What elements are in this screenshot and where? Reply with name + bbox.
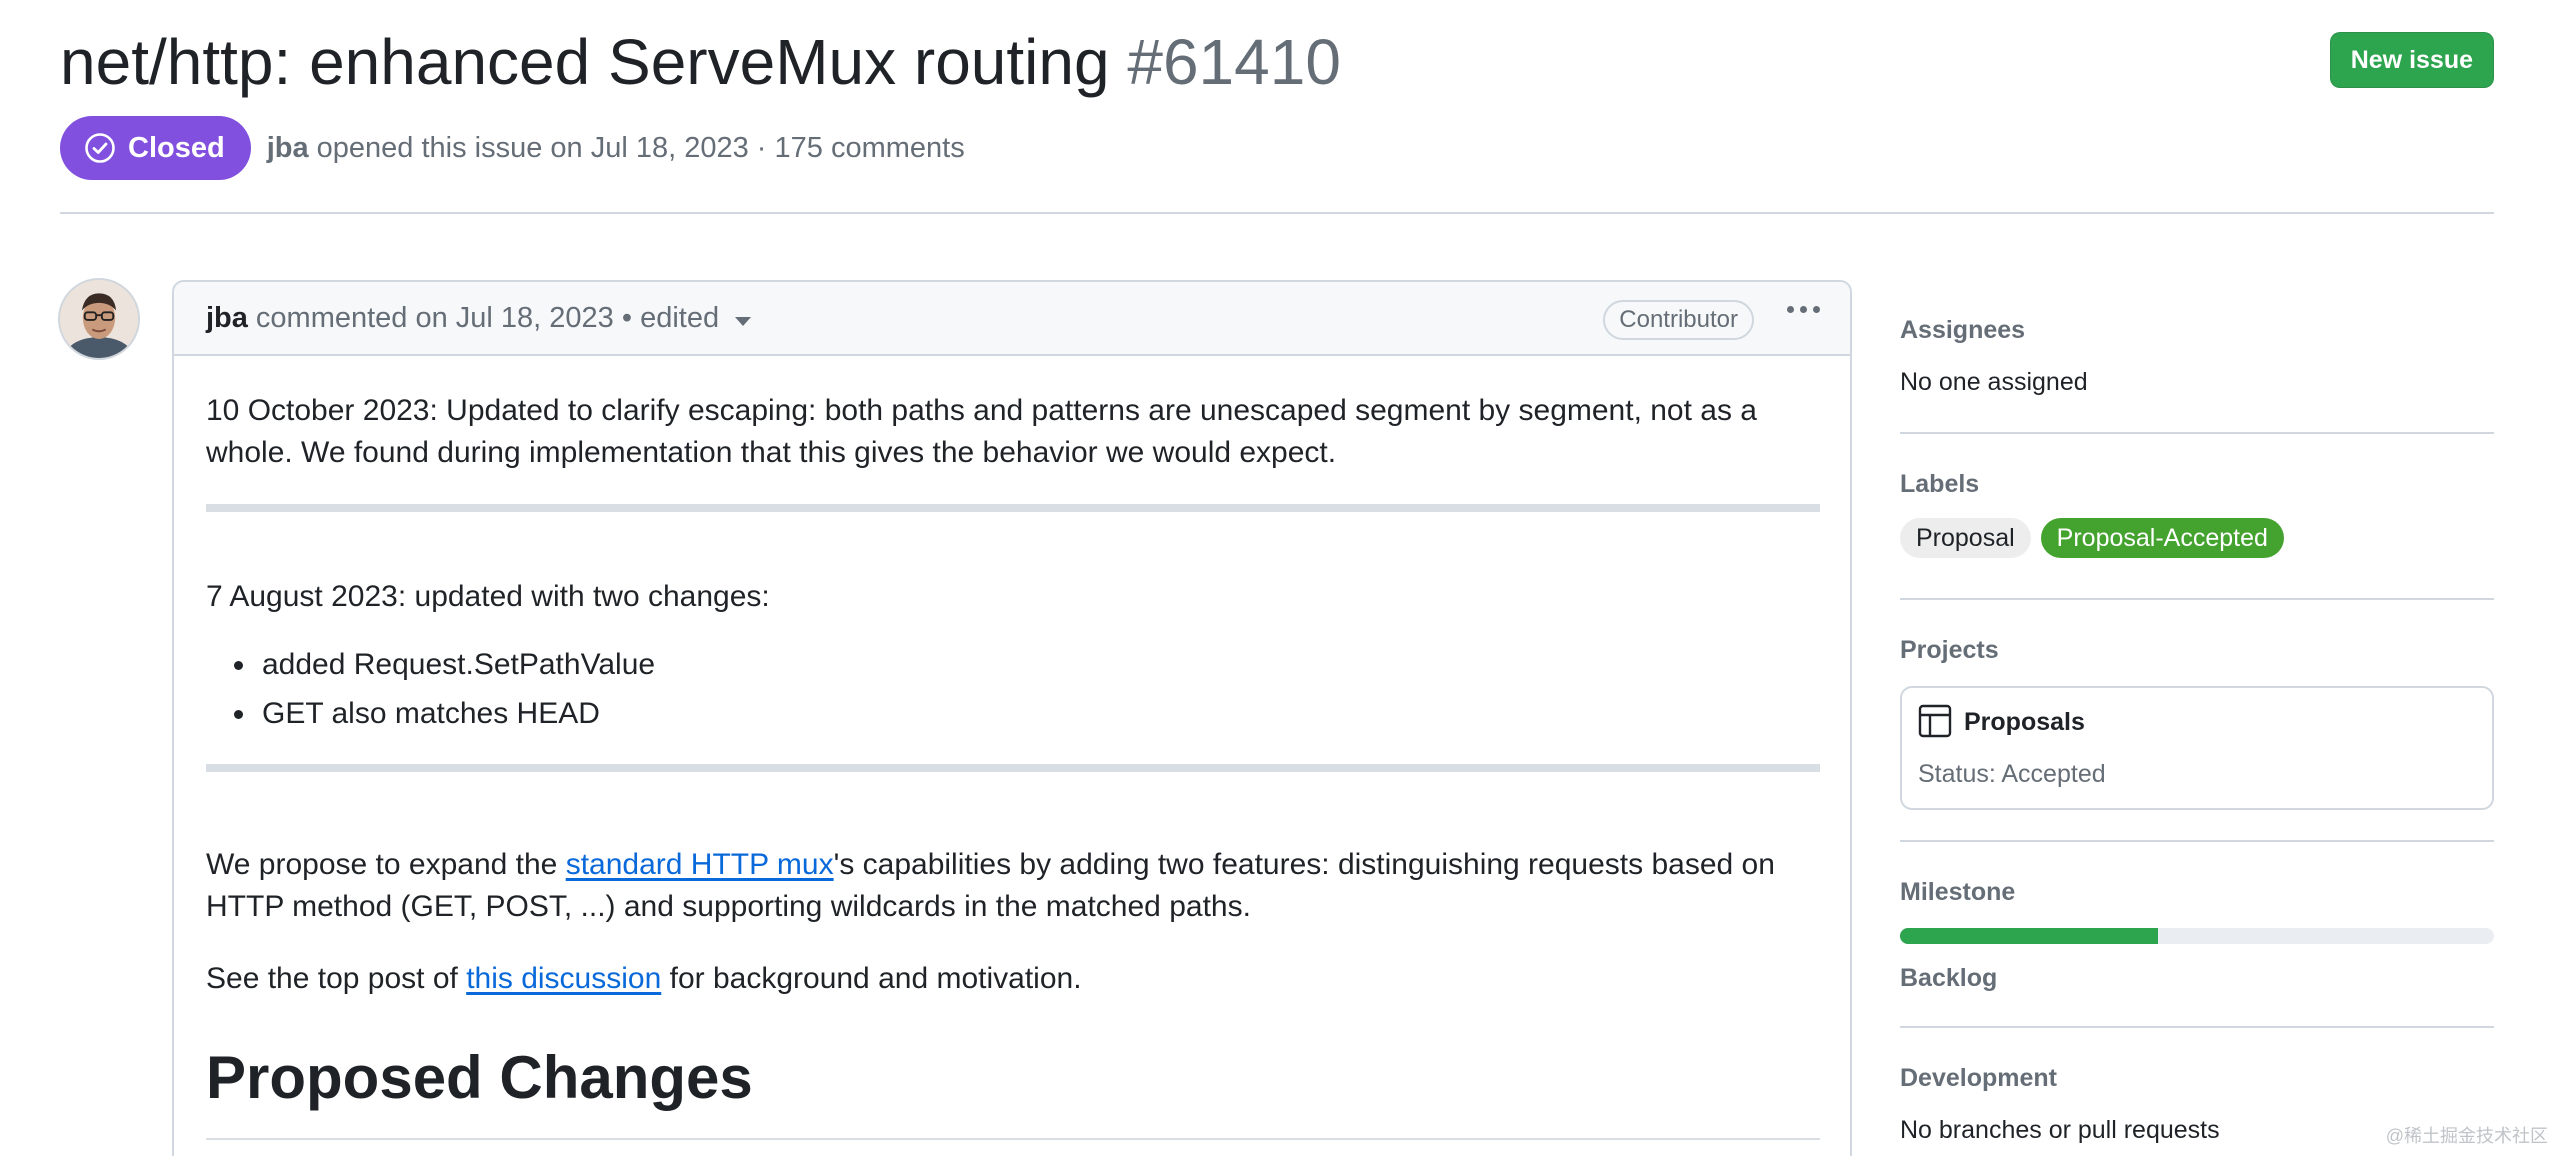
horizontal-rule — [206, 504, 1820, 512]
comment-paragraph: 10 October 2023: Updated to clarify esca… — [206, 394, 1757, 469]
projects-heading[interactable]: Projects — [1900, 634, 2494, 666]
labels-heading[interactable]: Labels — [1900, 468, 2284, 500]
issue-opened-info: opened this issue on Jul 18, 2023 · 175 … — [316, 131, 965, 164]
sidebar-divider — [1900, 432, 2494, 434]
list-item: GET also matches HEAD — [233, 693, 655, 735]
avatar-image — [60, 280, 138, 358]
status-label: Closed — [128, 131, 225, 164]
project-card[interactable]: Proposals Status: Accepted — [1900, 686, 2494, 810]
comment-header: jba commented on Jul 18, 2023 • edited C… — [174, 282, 1850, 356]
comment-paragraph: 7 August 2023: updated with two changes: — [206, 580, 770, 613]
standard-http-mux-link[interactable]: standard HTTP mux — [566, 848, 834, 881]
text-span: We propose to expand the — [206, 848, 566, 881]
sidebar-divider — [1900, 598, 2494, 600]
project-name[interactable]: Proposals — [1964, 706, 2085, 738]
heading-rule — [206, 1138, 1820, 1140]
issue-title-text: net/http: enhanced ServeMux routing — [60, 26, 1110, 98]
comment-meta: commented on Jul 18, 2023 • edited — [255, 301, 720, 334]
table-icon — [1918, 704, 1952, 738]
sidebar-divider — [1900, 840, 2494, 842]
label-proposal[interactable]: Proposal — [1900, 518, 2031, 558]
text-span: for background and motivation. — [661, 962, 1082, 995]
milestone-progress-fill — [1900, 928, 2159, 944]
milestone-progress-bar — [1900, 928, 2494, 944]
project-status: Status: Accepted — [1918, 760, 2106, 788]
label-proposal-accepted[interactable]: Proposal-Accepted — [2040, 518, 2284, 558]
assignees-value: No one assigned — [1900, 368, 2088, 396]
comment-paragraph: See the top post of this discussion for … — [206, 958, 1082, 1000]
sidebar-labels: Labels Proposal Proposal-Accepted — [1900, 468, 2284, 558]
comment-paragraph: We propose to expand the standard HTTP m… — [206, 844, 1836, 928]
check-circle-icon — [85, 133, 115, 163]
development-heading[interactable]: Development — [1900, 1062, 2220, 1094]
chevron-down-icon[interactable] — [735, 316, 752, 326]
issue-title: net/http: enhanced ServeMux routing #614… — [60, 24, 2494, 100]
horizontal-rule — [206, 764, 1820, 772]
sidebar-divider — [1900, 1026, 2494, 1028]
issue-comment: jba commented on Jul 18, 2023 • edited C… — [172, 280, 1852, 1156]
sidebar-assignees: Assignees No one assigned — [1900, 314, 2088, 398]
discussion-link[interactable]: this discussion — [466, 962, 661, 995]
sidebar-milestone: Milestone Backlog — [1900, 876, 2494, 994]
issue-number: #61410 — [1127, 26, 1341, 98]
header-divider — [60, 212, 2494, 214]
contributor-badge: Contributor — [1603, 300, 1754, 340]
development-value: No branches or pull requests — [1900, 1116, 2220, 1144]
issue-opened-text: jba opened this issue on Jul 18, 2023 · … — [267, 132, 965, 165]
assignees-heading[interactable]: Assignees — [1900, 314, 2088, 346]
section-heading: Proposed Changes — [206, 1044, 753, 1111]
sidebar-development: Development No branches or pull requests — [1900, 1062, 2220, 1146]
text-span: See the top post of — [206, 962, 467, 995]
changes-list: added Request.SetPathValue GET also matc… — [233, 644, 655, 742]
list-item: added Request.SetPathValue — [233, 644, 655, 686]
milestone-name[interactable]: Backlog — [1900, 962, 2494, 994]
status-badge: Closed — [60, 116, 251, 180]
watermark: @稀土掘金技术社区 — [2385, 1126, 2548, 1146]
issue-header: net/http: enhanced ServeMux routing #614… — [60, 24, 2494, 180]
avatar[interactable] — [58, 278, 140, 360]
issue-meta: Closed jba opened this issue on Jul 18, … — [60, 116, 965, 180]
comment-author-link[interactable]: jba — [206, 302, 248, 335]
sidebar-projects: Projects Proposals Status: Accepted — [1900, 634, 2494, 810]
milestone-heading[interactable]: Milestone — [1900, 876, 2494, 908]
issue-author-link[interactable]: jba — [267, 132, 309, 164]
new-issue-button[interactable]: New issue — [2329, 32, 2494, 88]
kebab-menu-icon[interactable] — [1787, 306, 1820, 313]
